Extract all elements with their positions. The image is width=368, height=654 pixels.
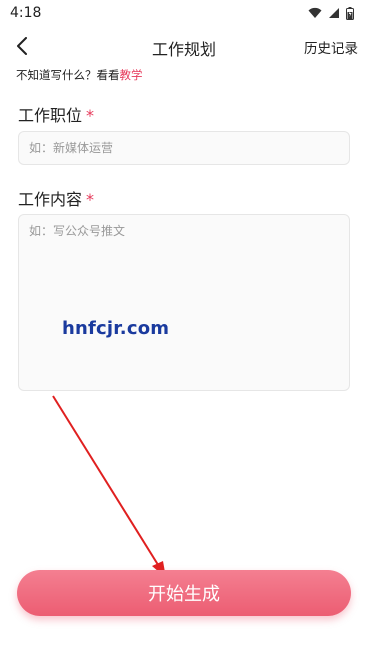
job-label: 工作职位 * xyxy=(18,102,94,126)
top-bar: 工作规划 历史记录 xyxy=(0,30,368,64)
signal-icon xyxy=(329,8,339,18)
tutorial-link[interactable]: 教学 xyxy=(120,68,143,82)
status-time: 4:18 xyxy=(10,5,42,21)
history-button[interactable]: 历史记录 xyxy=(304,37,358,57)
watermark: hnfcjr.com xyxy=(62,318,170,339)
hint-text: 不知道写什么？看看 xyxy=(16,68,120,82)
required-mark: * xyxy=(86,190,95,209)
job-input-placeholder: 如：新媒体运营 xyxy=(29,141,114,155)
hint-line: 不知道写什么？看看教学 xyxy=(16,67,143,83)
generate-button[interactable]: 开始生成 xyxy=(17,570,351,616)
status-icons xyxy=(308,6,354,20)
wifi-icon xyxy=(308,7,322,18)
content-label: 工作内容 * xyxy=(18,186,94,210)
battery-icon xyxy=(346,6,354,20)
status-bar: 4:18 xyxy=(0,0,368,26)
content-textarea-placeholder: 如：写公众号推文 xyxy=(29,224,126,238)
content-textarea[interactable]: 如：写公众号推文 xyxy=(18,214,350,391)
job-input[interactable]: 如：新媒体运营 xyxy=(18,131,350,165)
job-label-text: 工作职位 xyxy=(18,106,83,125)
content-label-text: 工作内容 xyxy=(18,190,83,209)
required-mark: * xyxy=(86,106,95,125)
